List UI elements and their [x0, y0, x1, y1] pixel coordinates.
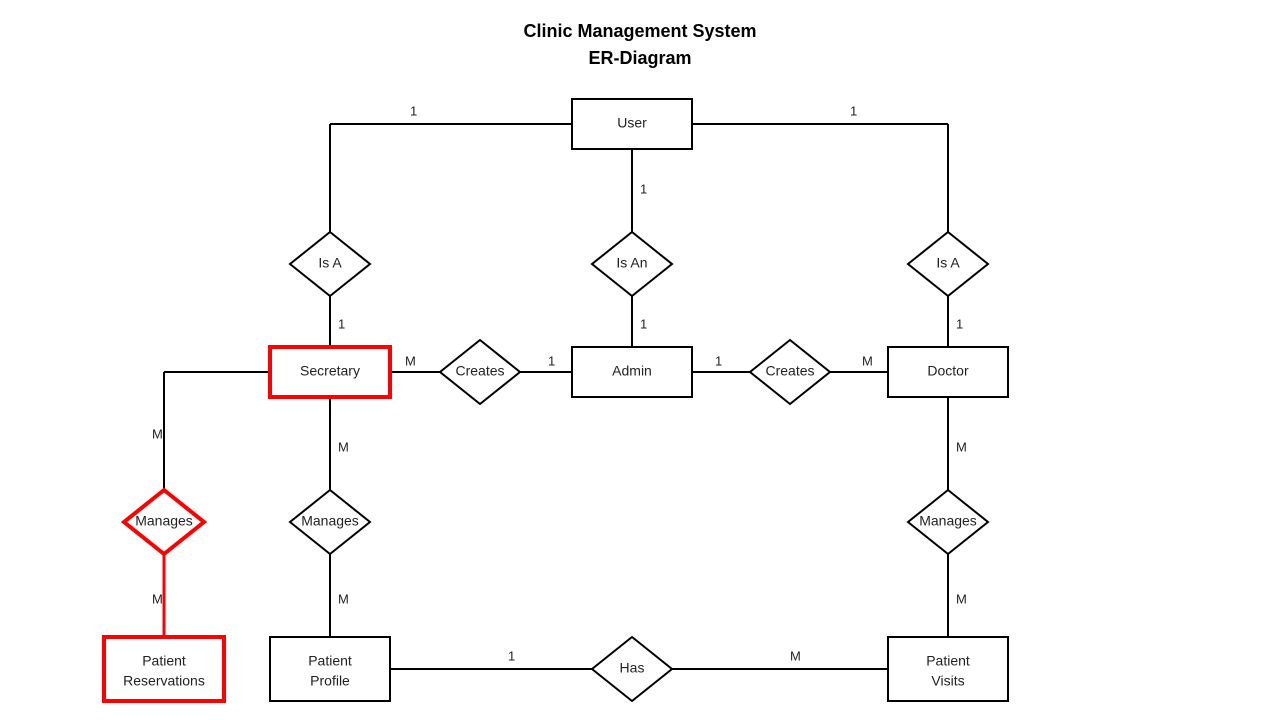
manages-doctor-label: Manages	[919, 513, 977, 529]
manages-sec-left-label: Manages	[135, 513, 193, 529]
patient-reservations-label: Patient	[142, 653, 186, 669]
svg-text:M: M	[152, 591, 163, 606]
svg-text:1: 1	[956, 316, 963, 331]
secretary-label: Secretary	[300, 363, 360, 379]
svg-text:M: M	[862, 353, 873, 368]
svg-text:M: M	[790, 648, 801, 663]
manages-sec-right-label: Manages	[301, 513, 359, 529]
er-diagram: 1 1 1 1 1 1 M 1 1	[0, 0, 1280, 720]
patient-reservations-label2: Reservations	[123, 673, 205, 689]
admin-label: Admin	[612, 363, 652, 379]
patient-profile-label: Patient	[308, 653, 352, 669]
patient-visits-entity	[888, 637, 1008, 701]
svg-text:1: 1	[410, 103, 417, 118]
patient-visits-label2: Visits	[931, 673, 964, 689]
is-a-left-label: Is A	[318, 255, 342, 271]
svg-text:M: M	[338, 439, 349, 454]
patient-profile-entity	[270, 637, 390, 701]
creates-left-label: Creates	[455, 363, 504, 379]
patient-profile-label2: Profile	[310, 673, 350, 689]
svg-text:1: 1	[548, 353, 555, 368]
user-label: User	[617, 115, 647, 131]
patient-visits-label: Patient	[926, 653, 970, 669]
svg-text:1: 1	[640, 316, 647, 331]
svg-text:1: 1	[640, 181, 647, 196]
svg-text:M: M	[956, 439, 967, 454]
svg-text:M: M	[152, 426, 163, 441]
is-an-label: Is An	[616, 255, 647, 271]
is-a-right-label: Is A	[936, 255, 960, 271]
diagram-container: Clinic Management System ER-Diagram 1 1	[0, 0, 1280, 720]
has-label: Has	[620, 660, 645, 676]
svg-text:1: 1	[338, 316, 345, 331]
creates-right-label: Creates	[765, 363, 814, 379]
doctor-label: Doctor	[927, 363, 969, 379]
svg-text:M: M	[405, 353, 416, 368]
patient-reservations-entity	[104, 637, 224, 701]
svg-text:1: 1	[508, 648, 515, 663]
svg-text:M: M	[338, 591, 349, 606]
svg-text:1: 1	[715, 353, 722, 368]
svg-text:1: 1	[850, 103, 857, 118]
svg-text:M: M	[956, 591, 967, 606]
